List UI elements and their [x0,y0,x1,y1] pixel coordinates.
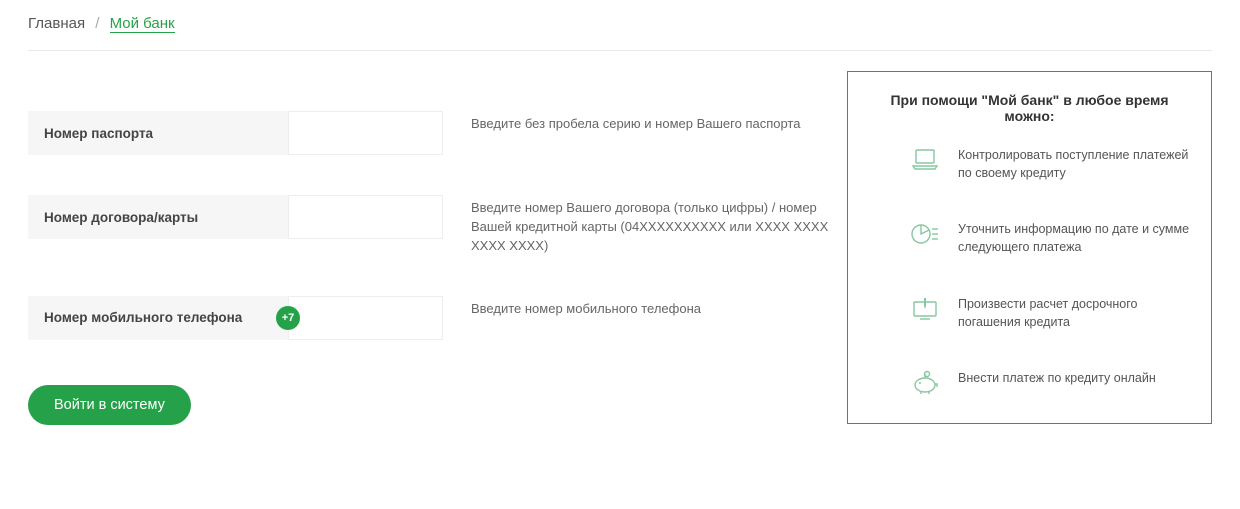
phone-input[interactable] [289,297,442,339]
phone-label-text: Номер мобильного телефона [44,310,242,325]
info-title: При помощи "Мой банк" в любое время можн… [868,92,1191,124]
phone-prefix-badge: +7 [276,306,300,330]
phone-hint: Введите номер мобильного телефона [443,296,831,319]
passport-row: Номер паспорта Введите без пробела серию… [28,111,831,155]
monitor-pen-icon [910,295,940,323]
passport-input[interactable] [289,112,442,154]
info-text-3: Внести платеж по кредиту онлайн [958,369,1156,387]
info-item-date: Уточнить информацию по дате и сумме след… [868,220,1191,256]
contract-input-wrapper [288,195,443,239]
passport-input-wrapper [288,111,443,155]
info-panel: При помощи "Мой банк" в любое время можн… [847,71,1212,424]
laptop-icon [910,146,940,174]
contract-input[interactable] [289,196,442,238]
login-form: Номер паспорта Введите без пробела серию… [28,71,831,425]
phone-input-wrapper [288,296,443,340]
piggybank-icon [910,369,940,397]
piechart-icon [910,220,940,248]
info-item-payments: Контролировать поступление платежей по с… [868,146,1191,182]
breadcrumb-current: Мой банк [110,15,175,33]
info-text-1: Уточнить информацию по дате и сумме след… [958,220,1191,256]
breadcrumb: Главная / Мой банк [0,0,1240,50]
info-text-0: Контролировать поступление платежей по с… [958,146,1191,182]
contract-row: Номер договора/карты Введите номер Вашег… [28,195,831,256]
phone-row: Номер мобильного телефона +7 Введите ном… [28,296,831,340]
contract-label: Номер договора/карты [28,195,288,239]
info-item-online: Внести платеж по кредиту онлайн [868,369,1191,397]
info-text-2: Произвести расчет досрочного погашения к… [958,295,1191,331]
info-item-early: Произвести расчет досрочного погашения к… [868,295,1191,331]
breadcrumb-home[interactable]: Главная [28,15,85,32]
contract-hint: Введите номер Вашего договора (только ци… [443,195,831,256]
passport-label: Номер паспорта [28,111,288,155]
passport-hint: Введите без пробела серию и номер Вашего… [443,111,831,134]
login-button[interactable]: Войти в систему [28,385,191,425]
phone-label: Номер мобильного телефона +7 [28,296,288,340]
breadcrumb-separator: / [95,15,99,32]
